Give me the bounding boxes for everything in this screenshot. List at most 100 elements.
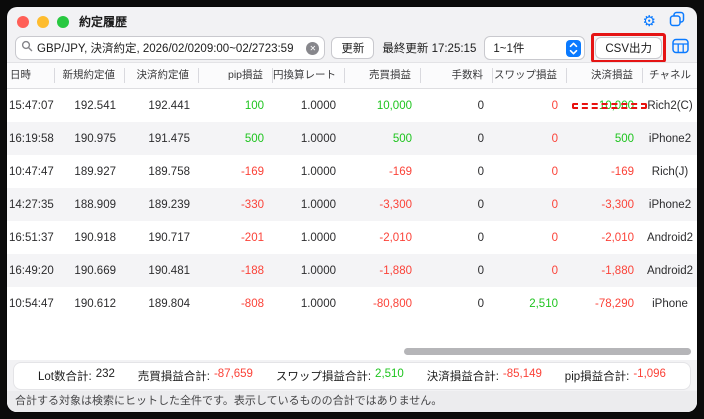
- minimize-window-button[interactable]: [37, 16, 49, 28]
- close-window-button[interactable]: [17, 16, 29, 28]
- cell-pip: 100: [199, 100, 273, 112]
- col-header-fee[interactable]: 手数料: [421, 68, 493, 83]
- total-value: -1,096: [633, 368, 666, 384]
- cell-pl: -2,010: [345, 232, 421, 244]
- stepper-icon: [566, 40, 581, 57]
- cell-time: 16:49:20: [7, 265, 55, 277]
- trade-history-window: 約定履歴 ⚙ ✕ 更新 最終更新 17:25:15: [7, 7, 697, 412]
- total-value: 232: [96, 368, 115, 384]
- cell-settle-value: 10,000: [599, 100, 634, 112]
- footer-note: 合計する対象は検索にヒットした全件です。表示しているものの合計ではありません。: [7, 391, 697, 412]
- table-row[interactable]: 14:27:35 188.909 189.239 -330 1.0000 -3,…: [7, 188, 697, 221]
- cell-pip: -201: [199, 232, 273, 244]
- total-value: -85,149: [503, 368, 542, 384]
- cell-open: 188.909: [55, 199, 125, 211]
- col-header-yen-rate[interactable]: 円換算レート: [273, 68, 345, 83]
- table-row[interactable]: 15:47:07 192.541 192.441 100 1.0000 10,0…: [7, 89, 697, 122]
- cell-open: 190.669: [55, 265, 125, 277]
- cell-settle: 10,000: [567, 100, 643, 112]
- cell-pip: -330: [199, 199, 273, 211]
- cell-time: 16:19:58: [7, 133, 55, 145]
- cell-time: 10:54:47: [7, 298, 55, 310]
- cell-rate: 1.0000: [273, 166, 345, 178]
- cell-close: 191.475: [125, 133, 199, 145]
- csv-export-button[interactable]: CSV出力: [595, 37, 662, 59]
- total-settlement-pl: 決済損益合計: -85,149: [427, 368, 542, 384]
- col-header-pip-pl[interactable]: pip損益: [199, 68, 273, 83]
- cell-pip: -169: [199, 166, 273, 178]
- cell-swap: 0: [493, 100, 567, 112]
- cell-rate: 1.0000: [273, 133, 345, 145]
- cell-swap: 0: [493, 265, 567, 277]
- cell-fee: 0: [421, 133, 493, 145]
- total-label: 決済損益合計:: [427, 368, 499, 384]
- total-value: -87,659: [214, 368, 253, 384]
- duplicate-window-icon[interactable]: [669, 11, 685, 32]
- clear-search-icon[interactable]: ✕: [306, 42, 319, 55]
- cell-pl: 500: [345, 133, 421, 145]
- cell-swap: 2,510: [493, 298, 567, 310]
- cell-fee: 0: [421, 100, 493, 112]
- cell-swap: 0: [493, 166, 567, 178]
- table-row[interactable]: 16:19:58 190.975 191.475 500 1.0000 500 …: [7, 122, 697, 155]
- col-header-swap-pl[interactable]: スワップ損益: [493, 68, 567, 83]
- cell-close: 189.804: [125, 298, 199, 310]
- totals-bar: Lot数合計: 232 売買損益合計: -87,659 スワップ損益合計: 2,…: [13, 362, 691, 390]
- cell-settle: -1,880: [567, 265, 643, 277]
- table-row[interactable]: 10:47:47 189.927 189.758 -169 1.0000 -16…: [7, 155, 697, 188]
- col-header-channel[interactable]: チャネル: [643, 68, 697, 83]
- total-label: 売買損益合計:: [138, 368, 210, 384]
- annotation-highlight-box: CSV出力: [591, 33, 666, 63]
- range-select-value: 1~1件: [493, 40, 524, 56]
- col-header-datetime[interactable]: 日時: [7, 68, 55, 83]
- cell-rate: 1.0000: [273, 265, 345, 277]
- search-input[interactable]: [37, 42, 302, 54]
- range-select[interactable]: 1~1件: [484, 36, 585, 60]
- col-header-trade-pl[interactable]: 売買損益: [345, 68, 421, 83]
- total-swap-pl: スワップ損益合計: 2,510: [276, 368, 404, 384]
- cell-settle: -2,010: [567, 232, 643, 244]
- table-layout-icon[interactable]: [672, 38, 689, 59]
- col-header-open-price[interactable]: 新規約定値: [55, 68, 125, 83]
- cell-pip: -808: [199, 298, 273, 310]
- cell-close: 190.481: [125, 265, 199, 277]
- cell-fee: 0: [421, 166, 493, 178]
- refresh-button[interactable]: 更新: [331, 37, 374, 59]
- footer: Lot数合計: 232 売買損益合計: -87,659 スワップ損益合計: 2,…: [7, 360, 697, 412]
- cell-pl: -3,300: [345, 199, 421, 211]
- table-body: 15:47:07 192.541 192.441 100 1.0000 10,0…: [7, 89, 697, 320]
- cell-settle: 500: [567, 133, 643, 145]
- cell-open: 190.975: [55, 133, 125, 145]
- cell-close: 192.441: [125, 100, 199, 112]
- table-row[interactable]: 16:51:37 190.918 190.717 -201 1.0000 -2,…: [7, 221, 697, 254]
- cell-pl: 10,000: [345, 100, 421, 112]
- cell-pl: -1,880: [345, 265, 421, 277]
- cell-close: 189.758: [125, 166, 199, 178]
- cell-settle: -78,290: [567, 298, 643, 310]
- cell-pip: 500: [199, 133, 273, 145]
- traffic-lights: [17, 16, 69, 28]
- search-field[interactable]: ✕: [15, 36, 325, 60]
- cell-settle: -169: [567, 166, 643, 178]
- cell-channel: Rich(J): [643, 166, 697, 178]
- cell-fee: 0: [421, 232, 493, 244]
- col-header-settlement-pl[interactable]: 決済損益: [567, 68, 643, 83]
- cell-pl: -80,800: [345, 298, 421, 310]
- toolbar: ✕ 更新 最終更新 17:25:15 1~1件 CSV出力: [7, 34, 697, 62]
- cell-rate: 1.0000: [273, 100, 345, 112]
- settings-gear-icon[interactable]: ⚙: [643, 14, 656, 29]
- cell-rate: 1.0000: [273, 232, 345, 244]
- cell-open: 189.927: [55, 166, 125, 178]
- cell-time: 10:47:47: [7, 166, 55, 178]
- titlebar: 約定履歴 ⚙: [7, 7, 697, 34]
- cell-channel: iPhone2: [643, 133, 697, 145]
- table-row[interactable]: 10:54:47 190.612 189.804 -808 1.0000 -80…: [7, 287, 697, 320]
- cell-settle: -3,300: [567, 199, 643, 211]
- zoom-window-button[interactable]: [57, 16, 69, 28]
- cell-open: 190.612: [55, 298, 125, 310]
- window-title: 約定履歴: [79, 13, 127, 30]
- cell-channel: Android2: [643, 265, 697, 277]
- col-header-close-price[interactable]: 決済約定値: [125, 68, 199, 83]
- table-row[interactable]: 16:49:20 190.669 190.481 -188 1.0000 -1,…: [7, 254, 697, 287]
- horizontal-scrollbar-thumb[interactable]: [404, 348, 691, 355]
